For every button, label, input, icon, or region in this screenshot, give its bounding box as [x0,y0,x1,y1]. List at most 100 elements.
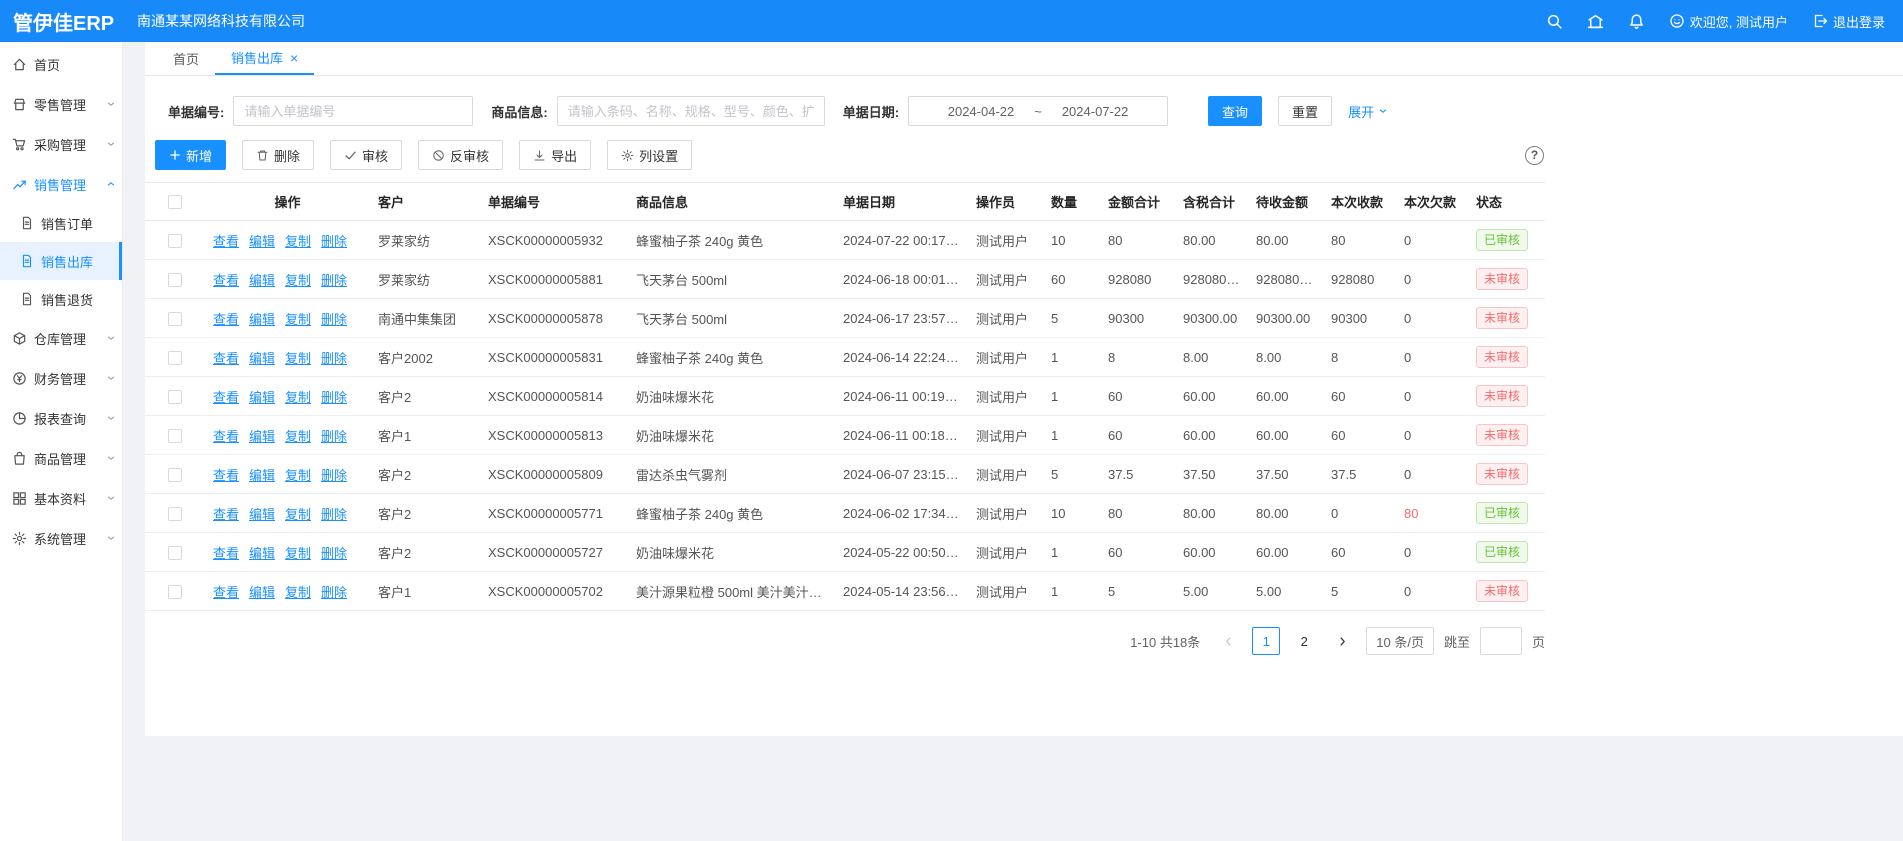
row-checkbox[interactable] [168,390,182,404]
add-button[interactable]: 新增 [155,140,226,170]
row-action-edit[interactable]: 编辑 [249,312,275,327]
page-size-select[interactable]: 10 条/页 [1366,627,1434,655]
pagination-page-2[interactable]: 2 [1290,627,1318,655]
row-action-delete[interactable]: 删除 [321,234,347,249]
row-action-delete[interactable]: 删除 [321,351,347,366]
bell-icon[interactable] [1628,13,1645,30]
help-icon[interactable]: ? [1525,146,1544,165]
close-icon[interactable]: × [290,51,298,65]
sidebar-item-home[interactable]: 首页 [0,44,122,84]
search-icon[interactable] [1546,13,1563,30]
cell-operator: 测试用户 [968,221,1043,260]
cell-operator: 测试用户 [968,260,1043,299]
row-action-delete[interactable]: 删除 [321,312,347,327]
row-action-edit[interactable]: 编辑 [249,234,275,249]
row-action-copy[interactable]: 复制 [285,507,311,522]
row-checkbox[interactable] [168,273,182,287]
row-action-view[interactable]: 查看 [213,429,239,444]
row-checkbox[interactable] [168,312,182,326]
row-action-copy[interactable]: 复制 [285,273,311,288]
chevron-down-icon [106,453,116,463]
row-action-edit[interactable]: 编辑 [249,585,275,600]
cell-receivable: 928080.00 [1248,260,1323,299]
sidebar-item-purchase[interactable]: 采购管理 [0,124,122,164]
sidebar-item-reports[interactable]: 报表查询 [0,398,122,438]
sidebar-item-basic-data[interactable]: 基本资料 [0,478,122,518]
sidebar-item-sales-order[interactable]: 销售订单 [0,204,122,242]
row-action-copy[interactable]: 复制 [285,468,311,483]
sidebar-item-sales-return[interactable]: 销售退货 [0,280,122,318]
expand-link[interactable]: 展开 [1348,102,1388,121]
row-action-copy[interactable]: 复制 [285,429,311,444]
row-action-delete[interactable]: 删除 [321,390,347,405]
audit-button[interactable]: 审核 [330,140,402,170]
unaudit-button[interactable]: 反审核 [418,140,503,170]
date-range-picker[interactable]: 2024-04-22 ~ 2024-07-22 [908,96,1168,126]
row-action-copy[interactable]: 复制 [285,585,311,600]
row-action-copy[interactable]: 复制 [285,312,311,327]
row-action-delete[interactable]: 删除 [321,468,347,483]
row-checkbox[interactable] [168,351,182,365]
row-action-delete[interactable]: 删除 [321,273,347,288]
row-checkbox[interactable] [168,468,182,482]
chevron-down-icon [106,413,116,423]
reset-button[interactable]: 重置 [1278,96,1332,126]
row-action-edit[interactable]: 编辑 [249,351,275,366]
col-qty: 数量 [1043,183,1100,221]
row-action-view[interactable]: 查看 [213,312,239,327]
row-action-view[interactable]: 查看 [213,234,239,249]
row-action-copy[interactable]: 复制 [285,351,311,366]
search-button[interactable]: 查询 [1208,96,1262,126]
row-action-view[interactable]: 查看 [213,468,239,483]
row-action-delete[interactable]: 删除 [321,507,347,522]
user-welcome[interactable]: 欢迎您, 测试用户 [1669,12,1788,31]
sidebar-item-sales-outbound[interactable]: 销售出库 [0,242,122,280]
row-checkbox[interactable] [168,234,182,248]
row-action-view[interactable]: 查看 [213,507,239,522]
row-action-edit[interactable]: 编辑 [249,273,275,288]
row-checkbox[interactable] [168,585,182,599]
pagination-page-1[interactable]: 1 [1252,627,1280,655]
sidebar-item-products[interactable]: 商品管理 [0,438,122,478]
row-action-copy[interactable]: 复制 [285,546,311,561]
row-checkbox[interactable] [168,546,182,560]
export-button[interactable]: 导出 [519,140,591,170]
product-info-input[interactable] [557,96,825,126]
row-action-view[interactable]: 查看 [213,546,239,561]
row-action-edit[interactable]: 编辑 [249,546,275,561]
row-action-delete[interactable]: 删除 [321,546,347,561]
col-date: 单据日期 [835,183,968,221]
row-action-edit[interactable]: 编辑 [249,390,275,405]
column-settings-button[interactable]: 列设置 [607,140,692,170]
row-action-edit[interactable]: 编辑 [249,468,275,483]
pie-chart-icon [12,411,27,426]
row-action-delete[interactable]: 删除 [321,429,347,444]
row-checkbox[interactable] [168,429,182,443]
sidebar-item-sales[interactable]: 销售管理 [0,164,122,204]
sidebar-item-finance[interactable]: 财务管理 [0,358,122,398]
sidebar-item-system[interactable]: 系统管理 [0,518,122,558]
sidebar-item-retail[interactable]: 零售管理 [0,84,122,124]
row-action-copy[interactable]: 复制 [285,390,311,405]
row-action-edit[interactable]: 编辑 [249,429,275,444]
tab-sales-outbound[interactable]: 销售出库 × [215,42,314,75]
pagination-prev-button[interactable] [1214,627,1242,655]
home-building-icon[interactable] [1587,13,1604,30]
date-separator: ~ [1034,104,1042,119]
pagination-next-button[interactable] [1328,627,1356,655]
row-action-view[interactable]: 查看 [213,390,239,405]
row-action-view[interactable]: 查看 [213,273,239,288]
tab-home[interactable]: 首页 [157,42,215,75]
row-action-view[interactable]: 查看 [213,351,239,366]
sidebar-item-warehouse[interactable]: 仓库管理 [0,318,122,358]
row-action-copy[interactable]: 复制 [285,234,311,249]
delete-button[interactable]: 删除 [242,140,314,170]
row-action-view[interactable]: 查看 [213,585,239,600]
logout-button[interactable]: 退出登录 [1812,12,1885,31]
row-checkbox[interactable] [168,507,182,521]
bill-no-input[interactable] [233,96,473,126]
row-action-edit[interactable]: 编辑 [249,507,275,522]
select-all-checkbox[interactable] [168,195,182,209]
jump-page-input[interactable] [1480,627,1522,655]
row-action-delete[interactable]: 删除 [321,585,347,600]
